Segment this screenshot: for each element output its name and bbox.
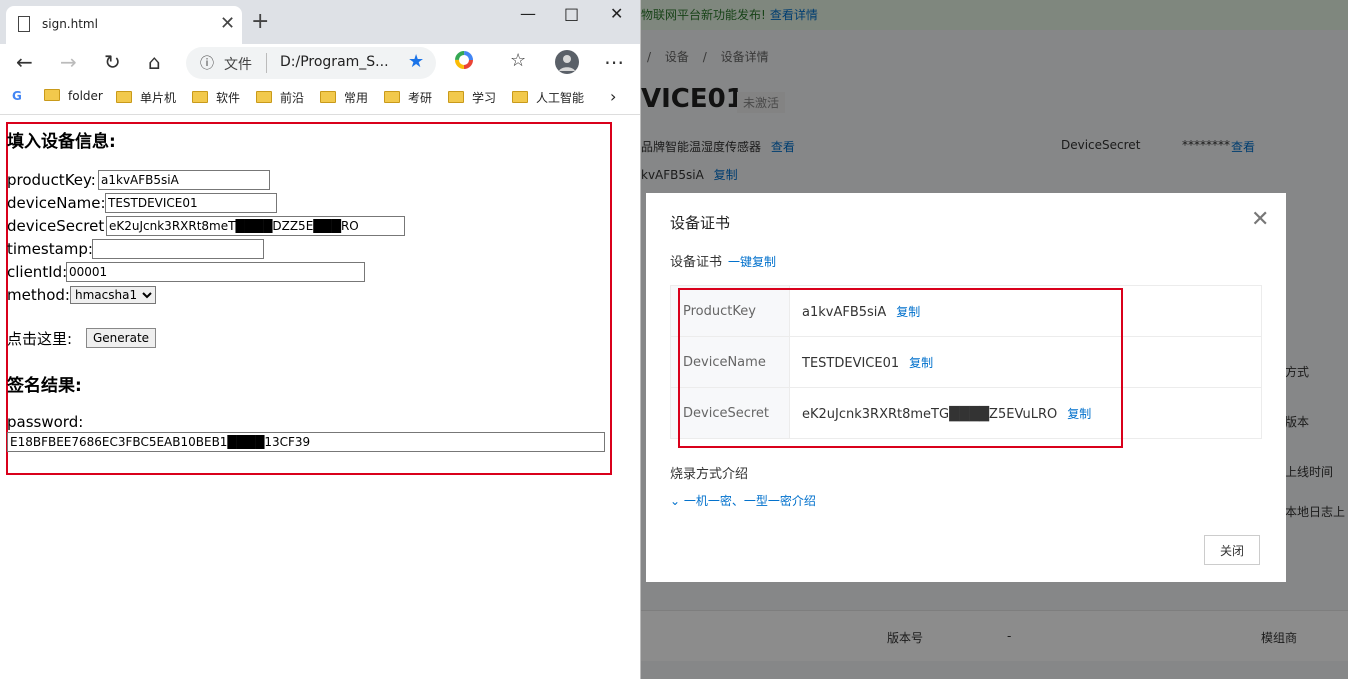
- intro-link-row[interactable]: ⌄ 一机一密、一型一密介绍: [670, 492, 816, 509]
- url-text[interactable]: D:/Program_S...: [280, 54, 389, 70]
- click-here-label: 点击这里:: [7, 330, 73, 348]
- method-label: method:: [7, 286, 70, 304]
- bookmark-folder[interactable]: 考研: [384, 89, 432, 106]
- device-certificate-dialog: 设备证书 ✕ 设备证书 一键复制 ProductKey a1kvAFB5siA 复制…: [646, 193, 1286, 582]
- close-icon[interactable]: ✕: [1251, 207, 1269, 232]
- folder-icon: [256, 91, 272, 103]
- tab-title: sign.html: [42, 17, 98, 31]
- extension-icon[interactable]: [454, 50, 474, 75]
- password-label: password:: [7, 413, 84, 431]
- bookmark-label: 考研: [408, 91, 433, 105]
- page-icon: [18, 16, 30, 32]
- bookmarks-bar: G folder 单片机 软件 前沿 常用 考研 学习 人工智能 ›: [0, 84, 640, 115]
- back-icon[interactable]: ←: [16, 50, 33, 74]
- bookmark-folder[interactable]: 学习: [448, 89, 496, 106]
- address-scheme-label: 文件: [224, 57, 252, 73]
- bookmark-folder[interactable]: 前沿: [256, 89, 304, 106]
- bookmark-folder[interactable]: 单片机: [116, 89, 176, 106]
- refresh-icon[interactable]: ↻: [104, 50, 121, 74]
- bookmark-label: folder: [68, 89, 103, 103]
- generate-button[interactable]: Generate: [86, 328, 157, 348]
- bookmark-label: 单片机: [140, 91, 177, 105]
- minimize-icon[interactable]: —: [520, 4, 536, 23]
- more-icon[interactable]: ⋯: [604, 50, 624, 74]
- bookmark-folder[interactable]: 软件: [192, 89, 240, 106]
- certificate-subtitle-row: 设备证书 一键复制: [670, 251, 776, 270]
- method-select[interactable]: hmacsha1: [70, 286, 156, 304]
- folder-icon: [448, 91, 464, 103]
- intro-link[interactable]: 一机一密、一型一密介绍: [684, 494, 816, 508]
- timestamp-input[interactable]: [92, 239, 264, 259]
- folder-icon: [116, 91, 132, 103]
- close-tab-icon[interactable]: ✕: [220, 13, 235, 34]
- highlight-annotation-box: [678, 288, 1123, 448]
- certificate-subtitle: 设备证书: [670, 255, 723, 270]
- avatar[interactable]: [555, 50, 579, 79]
- dialog-title: 设备证书: [670, 214, 731, 232]
- form-heading: 填入设备信息:: [7, 132, 116, 152]
- forward-icon[interactable]: →: [60, 50, 77, 74]
- window-close-icon[interactable]: ✕: [610, 4, 623, 23]
- address-bar[interactable]: ⓘ 文件 D:/Program_S... ★: [186, 47, 436, 79]
- copy-all-link[interactable]: 一键复制: [728, 255, 776, 269]
- maximize-icon[interactable]: □: [564, 4, 579, 23]
- folder-icon: [320, 91, 336, 103]
- burn-method-title: 烧录方式介绍: [670, 467, 749, 482]
- close-button[interactable]: 关闭: [1204, 535, 1260, 565]
- bookmark-label: 人工智能: [536, 91, 585, 105]
- bookmark-label: 前沿: [280, 91, 305, 105]
- chevron-right-icon[interactable]: ›: [610, 87, 616, 106]
- clientid-input[interactable]: [66, 262, 365, 282]
- productkey-label: productKey:: [7, 171, 96, 189]
- folder-icon: [44, 89, 60, 101]
- timestamp-label: timestamp:: [7, 240, 93, 258]
- devicename-input[interactable]: [105, 193, 277, 213]
- browser-window: sign.html ✕ + — □ ✕ ← → ↻ ⌂ ⓘ 文件 D:/Prog…: [0, 0, 641, 679]
- devicesecret-input[interactable]: [106, 216, 405, 236]
- productkey-input[interactable]: [98, 170, 270, 190]
- folder-icon: [192, 91, 208, 103]
- bookmark-label: 常用: [344, 91, 369, 105]
- new-tab-icon[interactable]: +: [251, 9, 269, 34]
- address-divider: [266, 53, 267, 73]
- favorite-star-icon[interactable]: ★: [408, 51, 424, 72]
- bookmark-label: 软件: [216, 91, 241, 105]
- favorites-icon[interactable]: ☆: [510, 50, 526, 71]
- info-icon[interactable]: ⓘ: [200, 53, 214, 73]
- home-icon[interactable]: ⌂: [148, 50, 161, 74]
- browser-toolbar: ← → ↻ ⌂ ⓘ 文件 D:/Program_S... ★ ☆ ⋯: [0, 44, 640, 84]
- result-heading: 签名结果:: [7, 376, 82, 396]
- bookmark-folder[interactable]: folder: [44, 89, 103, 103]
- devicename-label: deviceName:: [7, 194, 106, 212]
- bookmark-label: 学习: [472, 91, 497, 105]
- devicesecret-label: deviceSecret:: [7, 217, 110, 235]
- google-icon[interactable]: G: [12, 89, 22, 103]
- tab-strip: sign.html ✕ + — □ ✕: [0, 0, 640, 44]
- chevron-down-icon: ⌄: [670, 494, 681, 508]
- bookmark-folder[interactable]: 人工智能: [512, 89, 584, 106]
- bookmark-folder[interactable]: 常用: [320, 89, 368, 106]
- password-output[interactable]: [7, 432, 605, 452]
- page-content: 填入设备信息: productKey: deviceName: deviceSe…: [0, 115, 640, 679]
- folder-icon: [512, 91, 528, 103]
- clientid-label: clientId:: [7, 263, 68, 281]
- folder-icon: [384, 91, 400, 103]
- tab-sign-html[interactable]: sign.html ✕: [6, 6, 242, 44]
